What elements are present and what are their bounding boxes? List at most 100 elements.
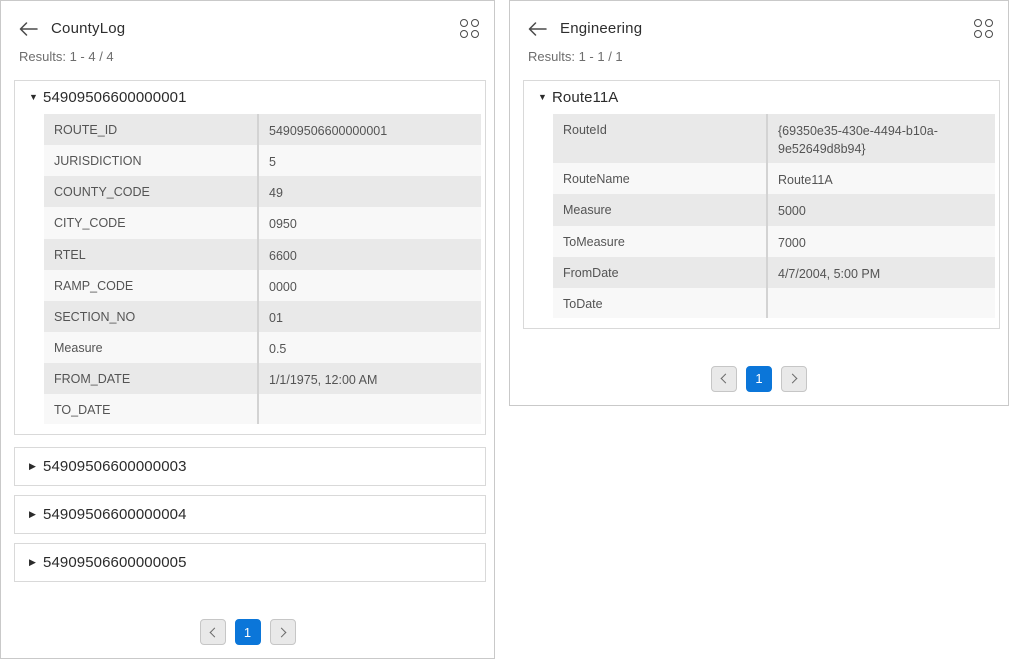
page-number-button[interactable]: 1 [746,366,772,392]
field-name: ROUTE_ID [44,114,259,145]
feature-card: ▶54909506600000003 [14,447,486,486]
caret-right-icon: ▶ [29,462,43,471]
field-value [259,394,481,424]
feature-toggle[interactable]: ▶54909506600000005 [15,544,485,581]
feature-title: 54909506600000004 [43,506,187,523]
results-count: Results: 1 - 1 / 1 [510,39,1008,64]
field-value: 6600 [259,239,481,270]
field-value: 5 [259,145,481,176]
field-row: FROM_DATE1/1/1975, 12:00 AM [44,363,481,394]
field-row: CITY_CODE0950 [44,207,481,238]
apps-grid-dot [985,30,993,38]
field-value: 0000 [259,270,481,301]
caret-down-icon: ▼ [29,93,43,102]
field-value: 54909506600000001 [259,114,481,145]
feature-toggle[interactable]: ▶54909506600000004 [15,496,485,533]
apps-grid-dot [471,19,479,27]
field-row: Measure0.5 [44,332,481,363]
field-value: 7000 [768,226,995,257]
feature-title: 54909506600000001 [43,89,187,106]
field-row: RTEL6600 [44,239,481,270]
field-value: Route11A [768,163,995,194]
back-button[interactable] [19,22,38,36]
panel-title: CountyLog [51,20,125,37]
chevron-right-icon [788,374,798,384]
field-name: RTEL [44,239,259,270]
results-panel-1: Engineering Results: 1 - 1 / 1 ▼Route11A… [509,0,1009,406]
chevron-left-icon [721,374,731,384]
field-value: 4/7/2004, 5:00 PM [768,257,995,288]
prev-page-button[interactable] [711,366,737,392]
field-name: CITY_CODE [44,207,259,238]
field-name: TO_DATE [44,394,259,424]
apps-grid-dot [460,30,468,38]
feature-card: ▼Route11ARouteId{69350e35-430e-4494-b10a… [523,80,1000,329]
left-arrow-icon [19,22,38,36]
app: CountyLog Results: 1 - 4 / 4 ▼5490950660… [0,0,1009,659]
apps-grid-dot [974,30,982,38]
field-name: FromDate [553,257,768,288]
field-name: ToMeasure [553,226,768,257]
field-row: RouteId{69350e35-430e-4494-b10a-9e52649d… [553,114,995,163]
feature-toggle[interactable]: ▼Route11A [524,81,999,111]
pagination: 1 [510,366,1008,392]
attribute-table: ROUTE_ID54909506600000001JURISDICTION5CO… [44,114,481,424]
field-row: FromDate4/7/2004, 5:00 PM [553,257,995,288]
prev-page-button[interactable] [200,619,226,645]
back-button[interactable] [528,22,547,36]
pagination: 1 [1,619,494,645]
apps-grid-dot [974,19,982,27]
feature-title: 54909506600000005 [43,554,187,571]
caret-right-icon: ▶ [29,558,43,567]
field-name: SECTION_NO [44,301,259,332]
feature-title: Route11A [552,89,618,106]
apps-grid-dot [460,19,468,27]
chevron-left-icon [209,627,219,637]
field-name: Measure [553,194,768,225]
chevron-right-icon [276,627,286,637]
field-value: 5000 [768,194,995,225]
field-row: RAMP_CODE0000 [44,270,481,301]
field-row: ToDate [553,288,995,318]
field-row: TO_DATE [44,394,481,424]
caret-down-icon: ▼ [538,93,552,102]
field-value: {69350e35-430e-4494-b10a-9e52649d8b94} [768,114,995,163]
field-row: JURISDICTION5 [44,145,481,176]
field-value [768,288,995,318]
page-number-button[interactable]: 1 [235,619,261,645]
field-value: 01 [259,301,481,332]
feature-card: ▶54909506600000005 [14,543,486,582]
field-value: 1/1/1975, 12:00 AM [259,363,481,394]
caret-right-icon: ▶ [29,510,43,519]
field-name: COUNTY_CODE [44,176,259,207]
feature-toggle[interactable]: ▼54909506600000001 [15,81,485,111]
field-name: RAMP_CODE [44,270,259,301]
apps-grid-icon[interactable] [973,18,994,39]
field-name: RouteName [553,163,768,194]
panel-header: CountyLog [1,1,494,39]
field-value: 49 [259,176,481,207]
field-value: 0950 [259,207,481,238]
apps-grid-icon[interactable] [459,18,480,39]
apps-grid-dot [471,30,479,38]
field-row: Measure5000 [553,194,995,225]
attribute-table: RouteId{69350e35-430e-4494-b10a-9e52649d… [553,114,995,318]
feature-card: ▼54909506600000001ROUTE_ID54909506600000… [14,80,486,435]
field-value: 0.5 [259,332,481,363]
field-row: COUNTY_CODE49 [44,176,481,207]
feature-list: ▼54909506600000001ROUTE_ID54909506600000… [1,80,494,582]
field-name: JURISDICTION [44,145,259,176]
left-arrow-icon [528,22,547,36]
next-page-button[interactable] [781,366,807,392]
feature-toggle[interactable]: ▶54909506600000003 [15,448,485,485]
panel-title: Engineering [560,20,642,37]
feature-list: ▼Route11ARouteId{69350e35-430e-4494-b10a… [510,80,1008,329]
feature-title: 54909506600000003 [43,458,187,475]
field-row: ToMeasure7000 [553,226,995,257]
feature-card: ▶54909506600000004 [14,495,486,534]
field-name: Measure [44,332,259,363]
apps-grid-dot [985,19,993,27]
next-page-button[interactable] [270,619,296,645]
field-row: SECTION_NO01 [44,301,481,332]
panel-header: Engineering [510,1,1008,39]
